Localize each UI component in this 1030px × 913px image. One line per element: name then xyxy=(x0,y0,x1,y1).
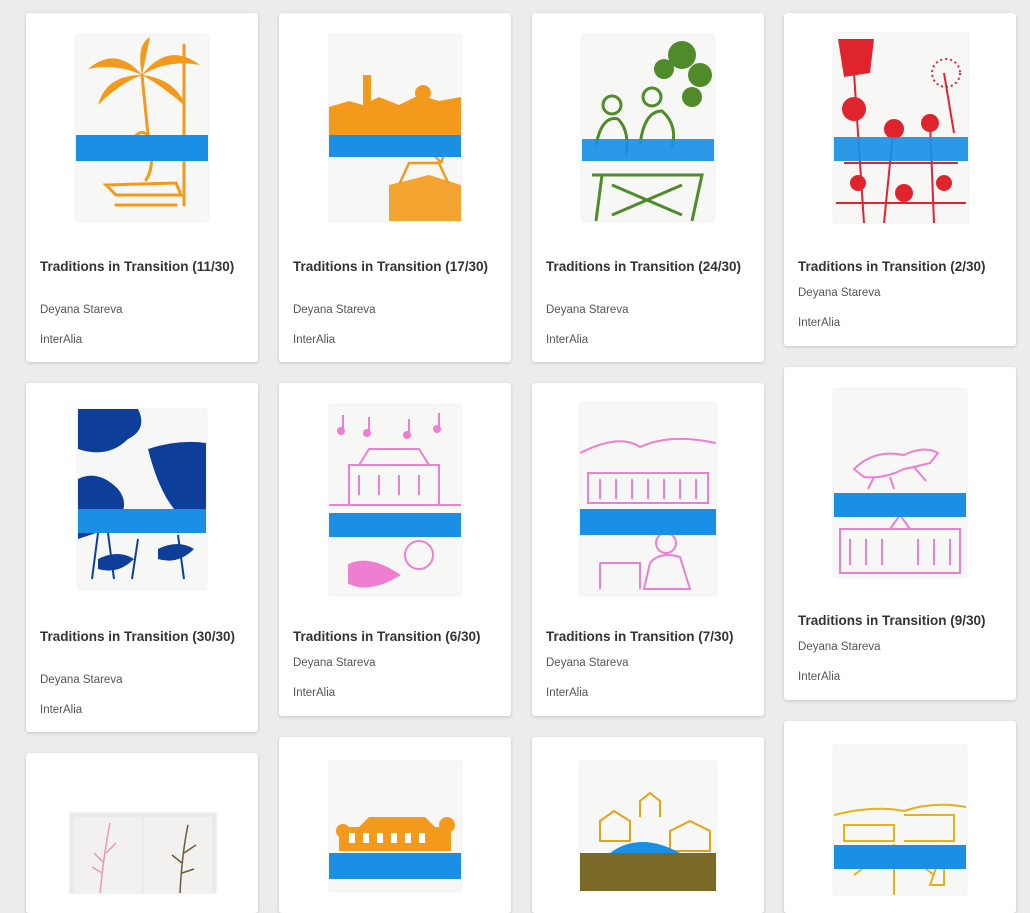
flowers-artwork-svg xyxy=(834,33,968,223)
harbor-artwork-svg xyxy=(834,745,966,895)
artwork-title[interactable]: Traditions in Transition (11/30) xyxy=(40,259,248,275)
artist-name[interactable]: Deyana Stareva xyxy=(546,657,628,669)
artwork-card[interactable] xyxy=(279,737,511,913)
artwork-title[interactable]: Traditions in Transition (2/30) xyxy=(798,259,1006,275)
orange-building-artwork-svg xyxy=(329,761,461,891)
building-figure-artwork-svg xyxy=(580,403,716,595)
artwork-title[interactable]: Traditions in Transition (6/30) xyxy=(293,629,501,645)
abstract-blue-artwork[interactable] xyxy=(78,409,206,589)
gallery-name[interactable]: InterAlia xyxy=(40,334,82,346)
gallery-name[interactable]: InterAlia xyxy=(293,687,335,699)
abstract-blue-artwork-svg xyxy=(78,409,206,589)
artwork-grid: Traditions in Transition (11/30) Deyana … xyxy=(0,0,1030,913)
horse-palace-artwork-svg xyxy=(834,389,966,577)
artist-name[interactable]: Deyana Stareva xyxy=(798,287,880,299)
artwork-card[interactable]: Traditions in Transition (2/30) Deyana S… xyxy=(784,13,1016,346)
artist-name[interactable]: Deyana Stareva xyxy=(40,304,122,316)
artwork-card[interactable]: Traditions in Transition (30/30) Deyana … xyxy=(26,383,258,732)
artist-name[interactable]: Deyana Stareva xyxy=(293,657,375,669)
sketchbook-artwork-svg xyxy=(70,813,216,893)
artwork-card[interactable]: Traditions in Transition (6/30) Deyana S… xyxy=(279,383,511,716)
artwork-title[interactable]: Traditions in Transition (24/30) xyxy=(546,259,754,275)
artist-name[interactable]: Deyana Stareva xyxy=(546,304,628,316)
flowers-artwork[interactable] xyxy=(834,33,968,223)
artwork-card[interactable]: Traditions in Transition (17/30) Deyana … xyxy=(279,13,511,362)
music-house-artwork-svg xyxy=(329,405,461,595)
artwork-title[interactable]: Traditions in Transition (30/30) xyxy=(40,629,248,645)
coastal-town-artwork[interactable] xyxy=(329,35,461,221)
gallery-name[interactable]: InterAlia xyxy=(546,334,588,346)
building-figure-artwork[interactable] xyxy=(580,403,716,595)
coastal-town-artwork-svg xyxy=(329,35,461,221)
artwork-title[interactable]: Traditions in Transition (7/30) xyxy=(546,629,754,645)
village-artwork-svg xyxy=(580,761,716,891)
people-table-artwork[interactable] xyxy=(582,35,714,221)
artwork-card[interactable]: Traditions in Transition (7/30) Deyana S… xyxy=(532,383,764,716)
artwork-card[interactable]: Traditions in Transition (9/30) Deyana S… xyxy=(784,367,1016,700)
artwork-card[interactable] xyxy=(26,753,258,913)
artwork-card[interactable]: Traditions in Transition (24/30) Deyana … xyxy=(532,13,764,362)
gallery-name[interactable]: InterAlia xyxy=(798,671,840,683)
artwork-title[interactable]: Traditions in Transition (9/30) xyxy=(798,613,1006,629)
orange-building-artwork[interactable] xyxy=(329,761,461,891)
sketchbook-artwork[interactable] xyxy=(70,813,216,893)
artwork-card[interactable] xyxy=(784,721,1016,913)
gallery-name[interactable]: InterAlia xyxy=(40,704,82,716)
horse-palace-artwork[interactable] xyxy=(834,389,966,577)
village-artwork[interactable] xyxy=(580,761,716,891)
gallery-name[interactable]: InterAlia xyxy=(546,687,588,699)
artist-name[interactable]: Deyana Stareva xyxy=(40,674,122,686)
people-table-artwork-svg xyxy=(582,35,714,221)
gallery-name[interactable]: InterAlia xyxy=(798,317,840,329)
artist-name[interactable]: Deyana Stareva xyxy=(798,641,880,653)
artwork-card[interactable] xyxy=(532,737,764,913)
music-house-artwork[interactable] xyxy=(329,405,461,595)
palm-tree-artwork-svg xyxy=(76,35,208,221)
gallery-name[interactable]: InterAlia xyxy=(293,334,335,346)
artist-name[interactable]: Deyana Stareva xyxy=(293,304,375,316)
palm-tree-artwork[interactable] xyxy=(76,35,208,221)
artwork-card[interactable]: Traditions in Transition (11/30) Deyana … xyxy=(26,13,258,362)
artwork-title[interactable]: Traditions in Transition (17/30) xyxy=(293,259,501,275)
harbor-artwork[interactable] xyxy=(834,745,966,895)
